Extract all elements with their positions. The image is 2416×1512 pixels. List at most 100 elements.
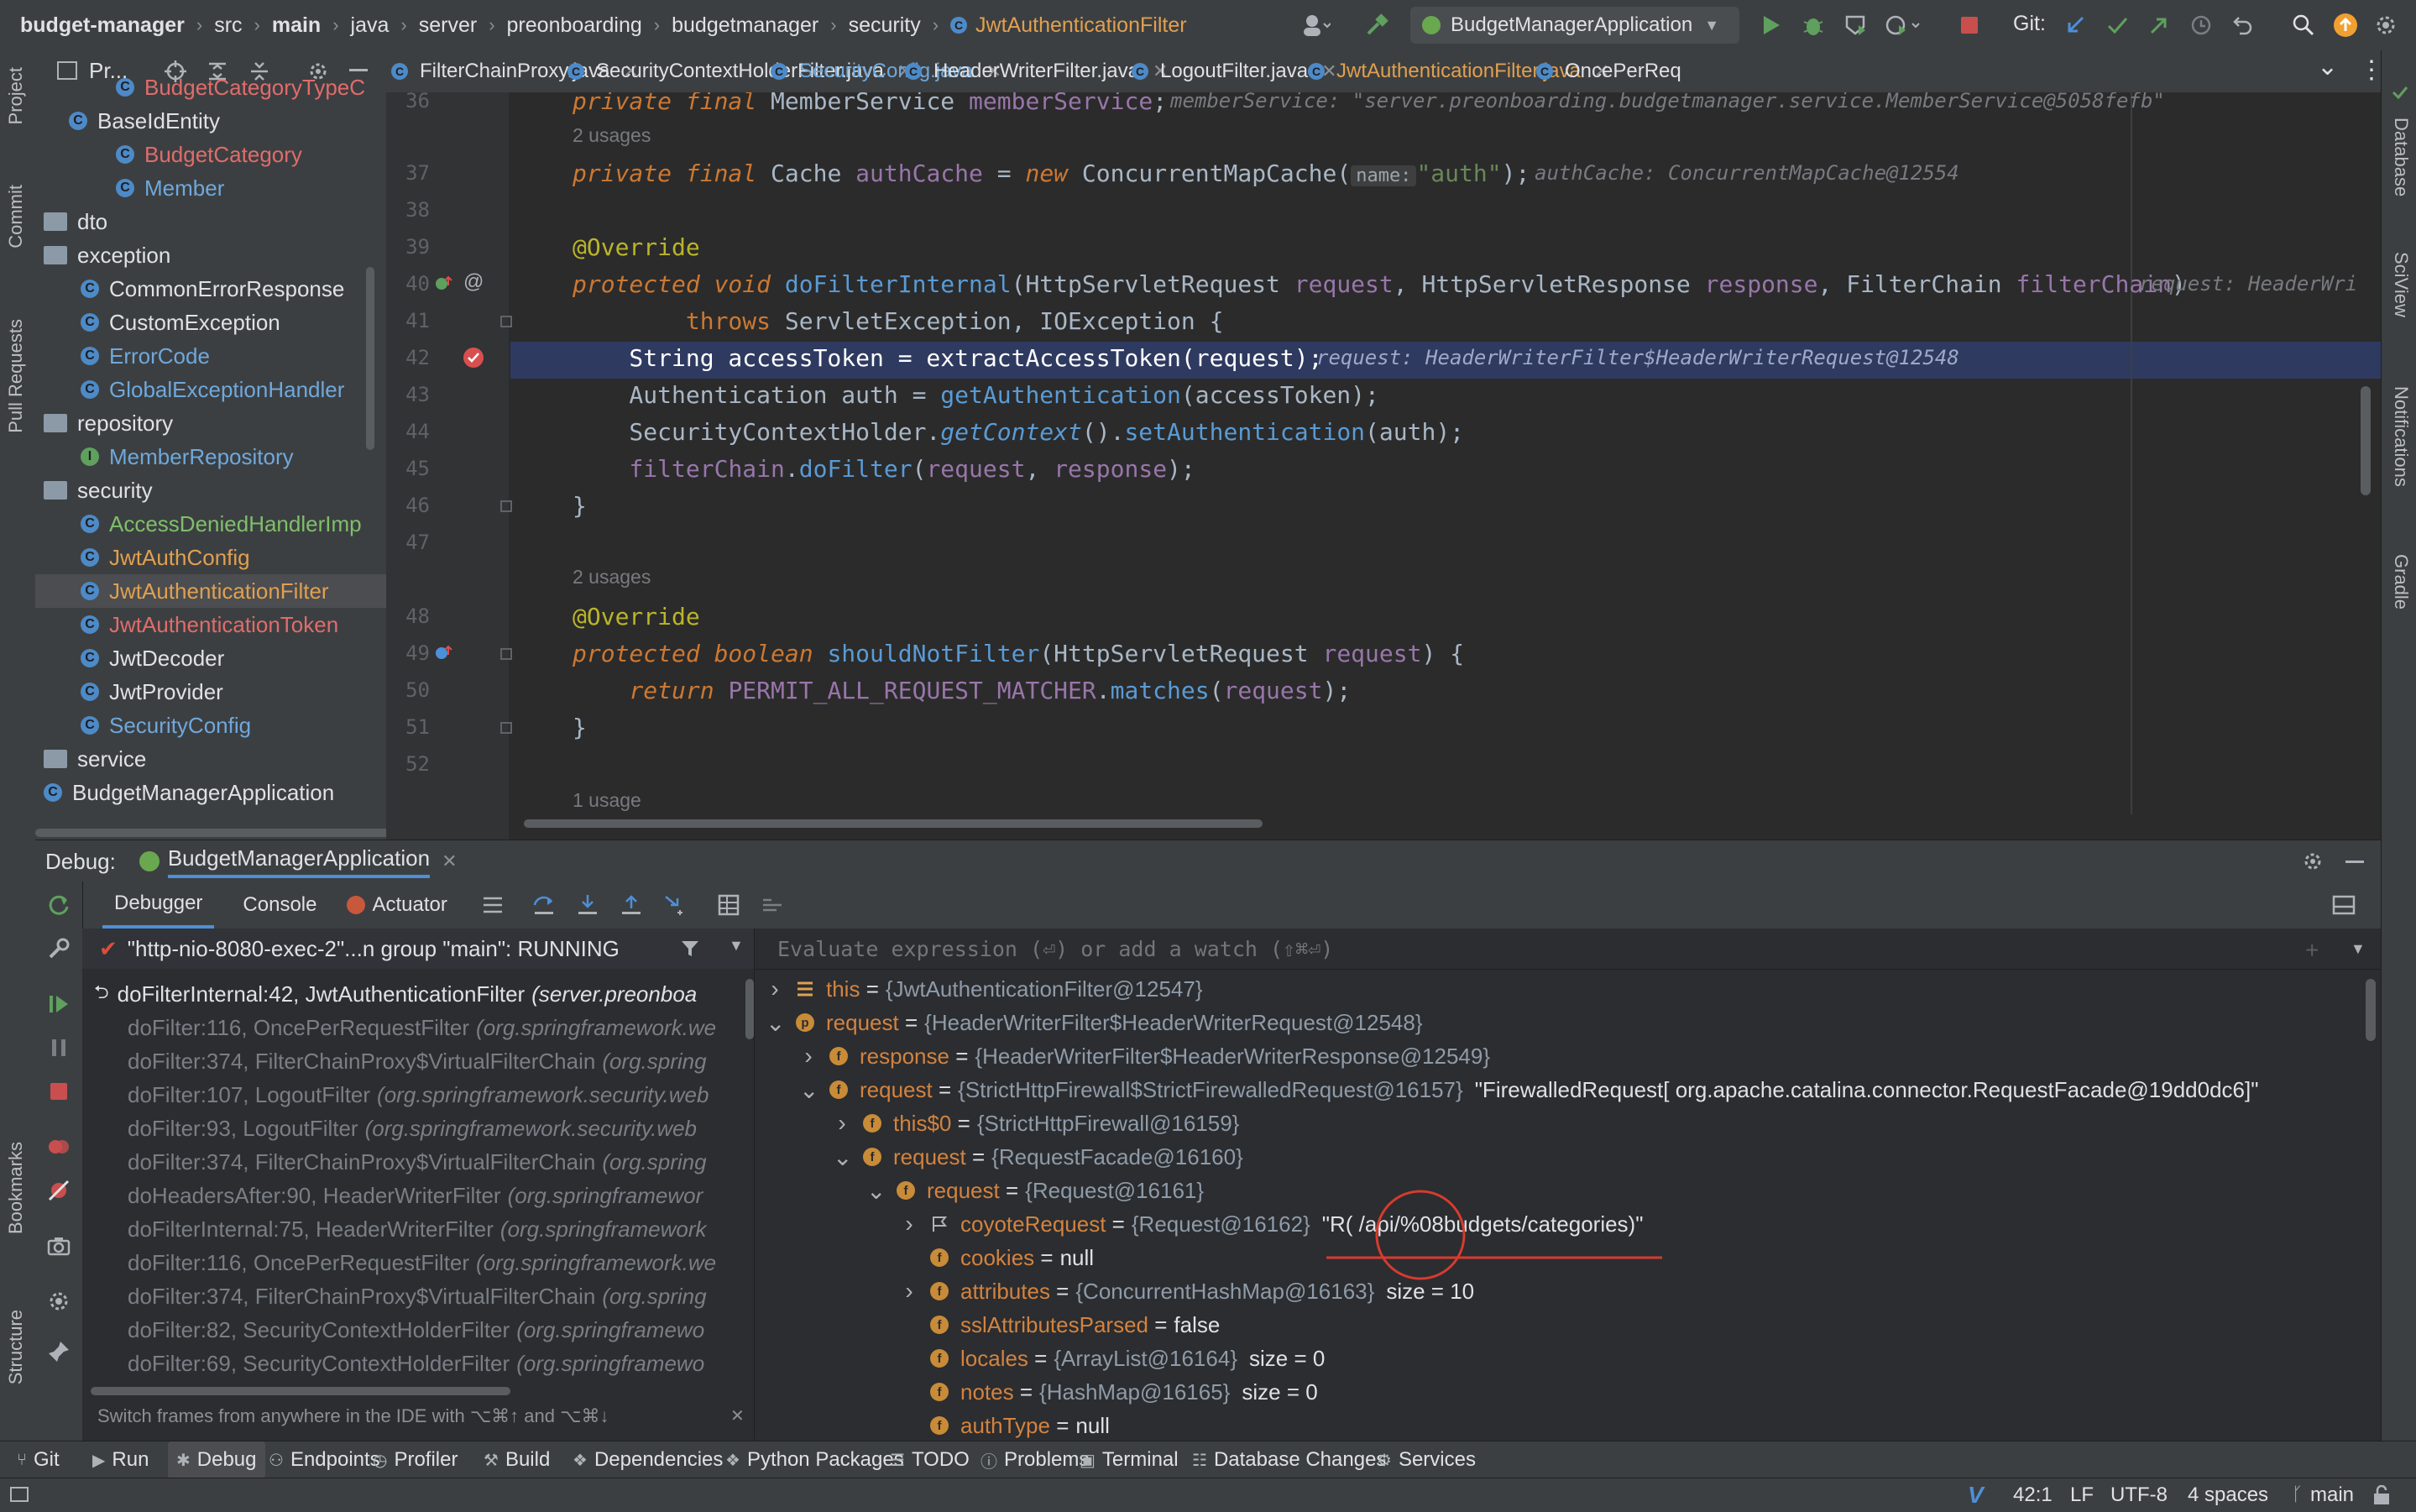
tree-item-member[interactable]: C Member <box>35 171 386 205</box>
tree-item-jwtdecoder[interactable]: C JwtDecoder <box>35 641 386 675</box>
step-into-icon[interactable] <box>576 893 599 917</box>
tree-item-accessdeniedhandlerimp[interactable]: C AccessDeniedHandlerImp <box>35 507 386 541</box>
bookmarks-tool-button[interactable]: Bookmarks <box>5 1142 27 1234</box>
tree-item-exception[interactable]: exception <box>35 238 386 272</box>
bottom-tab-dependencies[interactable]: ❖ Dependencies <box>573 1441 723 1478</box>
settings-gear-icon[interactable] <box>47 1290 71 1313</box>
line-number[interactable]: 48 <box>396 604 430 628</box>
breadcrumb-preonboarding[interactable]: preonboarding <box>507 13 642 38</box>
vcs-status-icon[interactable]: V <box>1968 1482 1984 1509</box>
fold-open-icon[interactable] <box>500 316 512 327</box>
step-out-icon[interactable] <box>620 893 643 917</box>
layout-icon[interactable] <box>2332 895 2356 915</box>
stack-frame[interactable]: doFilter:374, FilterChainProxy$VirtualFi… <box>128 1279 707 1313</box>
tree-item-commonerrorresponse[interactable]: C CommonErrorResponse <box>35 272 386 306</box>
line-separator[interactable]: LF <box>2070 1483 2094 1507</box>
editor-scrollbar[interactable] <box>2361 386 2371 495</box>
line-number[interactable]: 51 <box>396 715 430 739</box>
bottom-tab-terminal[interactable]: ▣ Terminal <box>1080 1441 1179 1478</box>
tree-item-errorcode[interactable]: C ErrorCode <box>35 339 386 373</box>
fold-close-icon[interactable] <box>500 722 512 734</box>
sciview-tool-button[interactable]: SciView <box>2390 252 2412 317</box>
line-number[interactable]: 50 <box>396 678 430 702</box>
line-number[interactable]: 40 <box>396 272 430 296</box>
debug-settings-gear-icon[interactable] <box>2302 850 2324 872</box>
tree-hscrollbar[interactable] <box>35 829 386 837</box>
camera-icon[interactable] <box>47 1234 71 1258</box>
git-update-icon[interactable] <box>2058 8 2092 42</box>
stack-frame[interactable]: doFilter:374, FilterChainProxy$VirtualFi… <box>128 1044 707 1078</box>
line-number[interactable]: 39 <box>396 235 430 259</box>
updates-icon[interactable] <box>2329 8 2362 42</box>
rollback-icon[interactable] <box>2226 8 2260 42</box>
usages-hint[interactable]: 1 usage <box>573 789 641 812</box>
breadcrumb-java[interactable]: java <box>351 13 390 38</box>
wrench-icon[interactable] <box>47 937 71 960</box>
tab-actuator[interactable]: Actuator <box>365 883 453 927</box>
tab-logoutfilter-java[interactable]: C LogoutFilter.java ✕ <box>1132 50 1337 92</box>
tree-item-jwtauthenticationtoken[interactable]: C JwtAuthenticationToken <box>35 608 386 641</box>
tree-item-jwtauthenticationfilter[interactable]: C JwtAuthenticationFilter <box>35 574 386 608</box>
pause-icon[interactable] <box>47 1036 71 1059</box>
bottom-tab-git[interactable]: ⑂ Git <box>17 1441 60 1478</box>
bottom-tab-problems[interactable]: ⓘ Problems <box>981 1441 1089 1478</box>
commit-tool-button[interactable]: Commit <box>5 185 27 249</box>
line-number[interactable]: 49 <box>396 641 430 665</box>
stack-frame[interactable]: doFilter:69, SecurityContextHolderFilter… <box>128 1347 704 1380</box>
stack-frame[interactable]: doFilter:107, LogoutFilter (org.springfra… <box>128 1078 709 1112</box>
git-branch[interactable]: main <box>2310 1483 2354 1507</box>
line-number[interactable]: 38 <box>396 198 430 222</box>
tab-console[interactable]: Console <box>231 883 328 927</box>
tree-item-globalexceptionhandler[interactable]: C GlobalExceptionHandler <box>35 373 386 406</box>
gradle-tool-button[interactable]: Gradle <box>2390 554 2412 610</box>
user-account-icon[interactable] <box>1293 8 1340 42</box>
breadcrumb-src[interactable]: src <box>214 13 242 38</box>
tree-item-securityconfig[interactable]: C SecurityConfig <box>35 709 386 742</box>
override-marker-icon[interactable] <box>433 643 453 663</box>
breadcrumb-server[interactable]: server <box>419 13 477 38</box>
database-tool-button[interactable]: Database <box>2390 118 2412 196</box>
view-breakpoints-icon[interactable] <box>47 1135 71 1159</box>
lock-icon[interactable] <box>2372 1485 2391 1505</box>
tree-item-memberrepository[interactable]: I MemberRepository <box>35 440 386 473</box>
tree-item-budgetmanagerapplication[interactable]: C BudgetManagerApplication <box>35 776 386 809</box>
pull-requests-tool-button[interactable]: Pull Requests <box>5 319 27 433</box>
tree-item-repository[interactable]: repository <box>35 406 386 440</box>
run-config-selector[interactable]: BudgetManagerApplication ▼ <box>1410 7 1739 44</box>
tree-item-budgetcategorytypec[interactable]: C BudgetCategoryTypeC <box>35 71 386 104</box>
stack-frame[interactable]: doFilter:374, FilterChainProxy$VirtualFi… <box>128 1145 707 1179</box>
file-encoding[interactable]: UTF-8 <box>2110 1483 2168 1507</box>
run-to-cursor-icon[interactable] <box>663 893 687 917</box>
debug-session-tab[interactable]: BudgetManagerApplication <box>167 845 431 878</box>
breadcrumb-file[interactable]: JwtAuthenticationFilter <box>975 13 1187 38</box>
stop-debug-icon[interactable] <box>47 1080 71 1103</box>
line-number[interactable]: 37 <box>396 161 430 185</box>
notifications-tool-button[interactable]: Notifications <box>2390 386 2412 487</box>
thread-selector[interactable]: ✔ "http-nio-8080-exec-2"...n group "main… <box>82 929 754 969</box>
stack-frame[interactable]: doFilterInternal:75, HeaderWriterFilter(… <box>128 1212 707 1246</box>
bottom-tab-services[interactable]: ⚙ Services <box>1377 1441 1476 1478</box>
stack-frame[interactable]: doFilter:93, LogoutFilter (org.springfram… <box>128 1112 697 1145</box>
frames-hscrollbar[interactable] <box>91 1387 510 1395</box>
line-number[interactable]: 45 <box>396 457 430 480</box>
editor-hscrollbar[interactable] <box>524 819 1263 828</box>
project-tool-button[interactable]: Project <box>5 67 27 124</box>
frames-scrollbar[interactable] <box>745 979 754 1039</box>
structure-tool-button[interactable]: Structure <box>5 1310 27 1384</box>
code-editor[interactable]: 36 37 38 39 40 41 42 43 44 45 46 47 48 49 50 51 52 @ priv… <box>386 92 2381 840</box>
tab-debugger[interactable]: Debugger <box>102 882 215 929</box>
line-number[interactable]: 43 <box>396 383 430 406</box>
settings-gear-icon[interactable] <box>2369 8 2403 42</box>
pin-icon[interactable] <box>47 1340 71 1363</box>
git-push-icon[interactable] <box>2142 8 2176 42</box>
stop-icon[interactable] <box>1953 8 1986 42</box>
fold-open-icon[interactable] <box>500 648 512 660</box>
trace-icon[interactable] <box>761 893 784 917</box>
breadcrumb-project[interactable]: budget-manager <box>20 13 185 38</box>
git-commit-icon[interactable] <box>2100 8 2134 42</box>
stack-frame[interactable]: doFilter:116, OncePerRequestFilter (org.s… <box>128 1011 716 1044</box>
step-over-icon[interactable] <box>532 893 556 917</box>
resume-icon[interactable] <box>47 992 71 1016</box>
bottom-tab-run[interactable]: ▶ Run <box>92 1441 149 1478</box>
line-number[interactable]: 52 <box>396 752 430 776</box>
